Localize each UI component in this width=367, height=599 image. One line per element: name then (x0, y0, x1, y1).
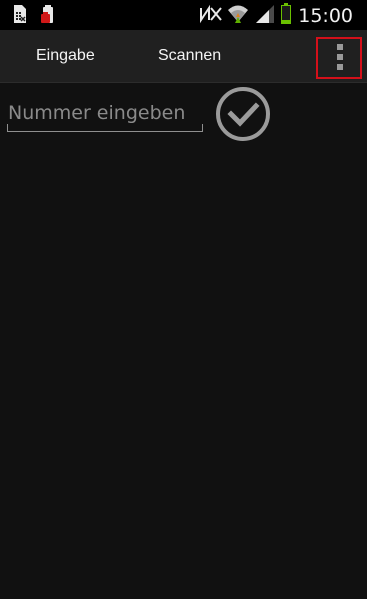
input-underline-left-tick (7, 124, 8, 132)
confirm-button[interactable] (215, 86, 271, 142)
status-bar: 15:00 (0, 0, 367, 30)
overflow-menu-button[interactable] (316, 37, 362, 79)
clock: 15:00 (298, 5, 353, 27)
notification-icons (12, 4, 56, 28)
tab-scannen[interactable]: Scannen (158, 30, 221, 82)
tab-eingabe[interactable]: Eingabe (36, 30, 95, 82)
battery-icon (280, 3, 292, 29)
system-icons: 15:00 (199, 3, 353, 29)
sim-card-icon (12, 4, 28, 28)
wifi-icon (227, 3, 249, 29)
action-bar: Eingabe Scannen (0, 30, 367, 83)
battery-alert-icon (40, 4, 56, 28)
no-signal-icon (199, 4, 223, 28)
main-content (0, 83, 367, 599)
input-underline-right-tick (202, 124, 203, 132)
number-input[interactable] (7, 98, 203, 132)
checkmark-circle-icon (215, 87, 271, 146)
signal-strength-icon (255, 4, 275, 28)
